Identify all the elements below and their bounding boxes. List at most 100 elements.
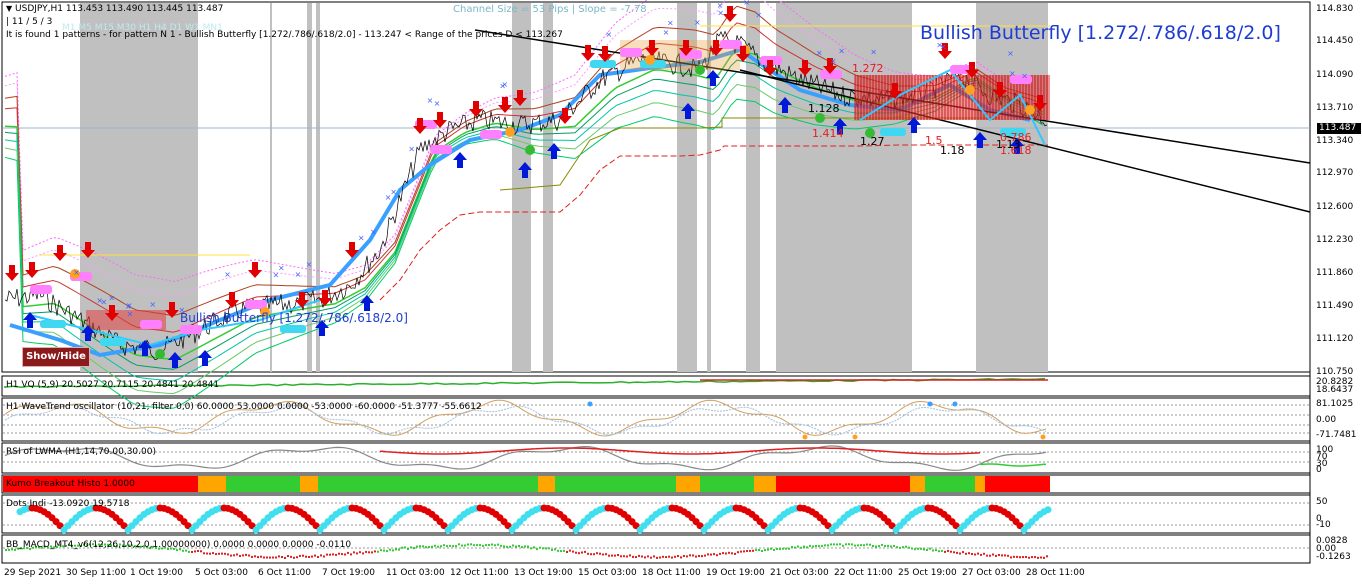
macd-point [854, 544, 856, 547]
macd-point [917, 547, 919, 550]
macd-point [713, 553, 715, 556]
arrow-down-icon [248, 262, 262, 278]
macd-point [620, 555, 622, 558]
macd-point [845, 543, 847, 546]
kumo-pane-label: Kumo Breakout Histo 1.0000 [6, 479, 135, 489]
macd-point [821, 545, 823, 548]
macd-point [257, 556, 259, 559]
macd-point [767, 548, 769, 551]
macd-point [491, 543, 493, 546]
show-hide-button[interactable]: Show/Hide [22, 347, 90, 367]
macd-point [524, 545, 526, 548]
price-axis-label: 111.490 [1316, 301, 1354, 311]
x-marker: × [149, 300, 156, 309]
macd-point [1004, 554, 1006, 557]
macd-point [527, 545, 529, 548]
macd-point [404, 546, 406, 549]
arrow-up-icon [198, 350, 212, 366]
macd-point [884, 545, 886, 547]
macd-point [686, 555, 688, 558]
kumo-bar [700, 476, 754, 492]
macd-point [200, 550, 202, 553]
macd-point [824, 544, 826, 547]
macd-point [692, 554, 694, 557]
vq-axis-low: 18.6437 [1316, 385, 1354, 395]
macd-point [425, 546, 427, 549]
session-shade [543, 3, 553, 372]
macd-point [266, 556, 268, 559]
wt-cross-dot [1040, 434, 1046, 440]
macd-point [659, 556, 661, 559]
macd-point [233, 554, 235, 557]
price-axis-label: 113.340 [1316, 136, 1354, 146]
macd-point [698, 555, 700, 557]
price-axis-label: 112.970 [1316, 168, 1354, 178]
kumo-bar [985, 476, 1050, 492]
macd-point [755, 549, 757, 551]
macd-point [773, 549, 775, 551]
macd-point [569, 549, 571, 552]
macd-point [209, 552, 211, 555]
x-marker: × [755, 10, 762, 19]
macd-point [992, 553, 994, 556]
kumo-bar [538, 476, 555, 492]
macd-point [422, 545, 424, 548]
macd-point [587, 552, 589, 555]
price-axis-label: 111.860 [1316, 268, 1354, 278]
signal-blob [280, 325, 306, 333]
pane-border [1, 442, 1311, 474]
macd-point [920, 547, 922, 550]
macd-point [827, 544, 829, 547]
pattern-info: It is found 1 patterns - for pattern N 1… [6, 30, 563, 40]
kumo-bar [676, 476, 700, 492]
macd-point [560, 550, 562, 553]
fib-ratio-label: 1.414 [812, 127, 844, 140]
macd-point [428, 546, 430, 548]
price-axis-label: 113.710 [1316, 103, 1354, 113]
price-chart[interactable]: ×××××××××××× ××××××××××××××××××××××××××××… [0, 0, 1362, 584]
signal-blob [720, 40, 742, 49]
macd-point [350, 553, 352, 556]
macd-point [944, 550, 946, 553]
macd-point [902, 546, 904, 549]
macd-point [1034, 556, 1036, 559]
macd-point [743, 550, 745, 553]
macd-point [941, 549, 943, 552]
macd-point [293, 556, 295, 559]
wt-cross-dot [802, 434, 808, 440]
macd-point [584, 550, 586, 553]
macd-point [614, 554, 616, 557]
macd-point [218, 552, 220, 555]
macd-point [668, 555, 670, 558]
macd-point [287, 555, 289, 557]
macd-point [611, 554, 613, 557]
macd-point [590, 553, 592, 556]
macd-point [281, 556, 283, 558]
fib-ratio-label: 0.786 [1000, 131, 1032, 144]
macd-point [788, 547, 790, 550]
macd-point [392, 549, 394, 552]
signal-dot [645, 55, 655, 65]
macd-point [362, 552, 364, 555]
macd-point [983, 552, 985, 555]
macd-point [305, 555, 307, 558]
signal-dot [1025, 105, 1035, 115]
arrow-down-icon [558, 108, 572, 124]
macd-point [341, 553, 343, 556]
kumo-bar [198, 476, 226, 492]
macd-point [965, 552, 967, 555]
macd-point [662, 555, 664, 558]
macd-point [416, 545, 418, 548]
macd-point [239, 555, 241, 557]
price-axis-label: 111.120 [1316, 334, 1354, 344]
macd-point [638, 554, 640, 557]
macd-point [509, 545, 511, 548]
triangle-down-icon[interactable]: ▼ [6, 4, 12, 13]
macd-point [926, 549, 928, 551]
macd-point [1007, 554, 1009, 557]
kumo-bar [910, 476, 925, 492]
macd-point [896, 546, 898, 549]
x-marker: × [830, 57, 837, 66]
macd-point [704, 554, 706, 557]
macd-point [599, 552, 601, 555]
